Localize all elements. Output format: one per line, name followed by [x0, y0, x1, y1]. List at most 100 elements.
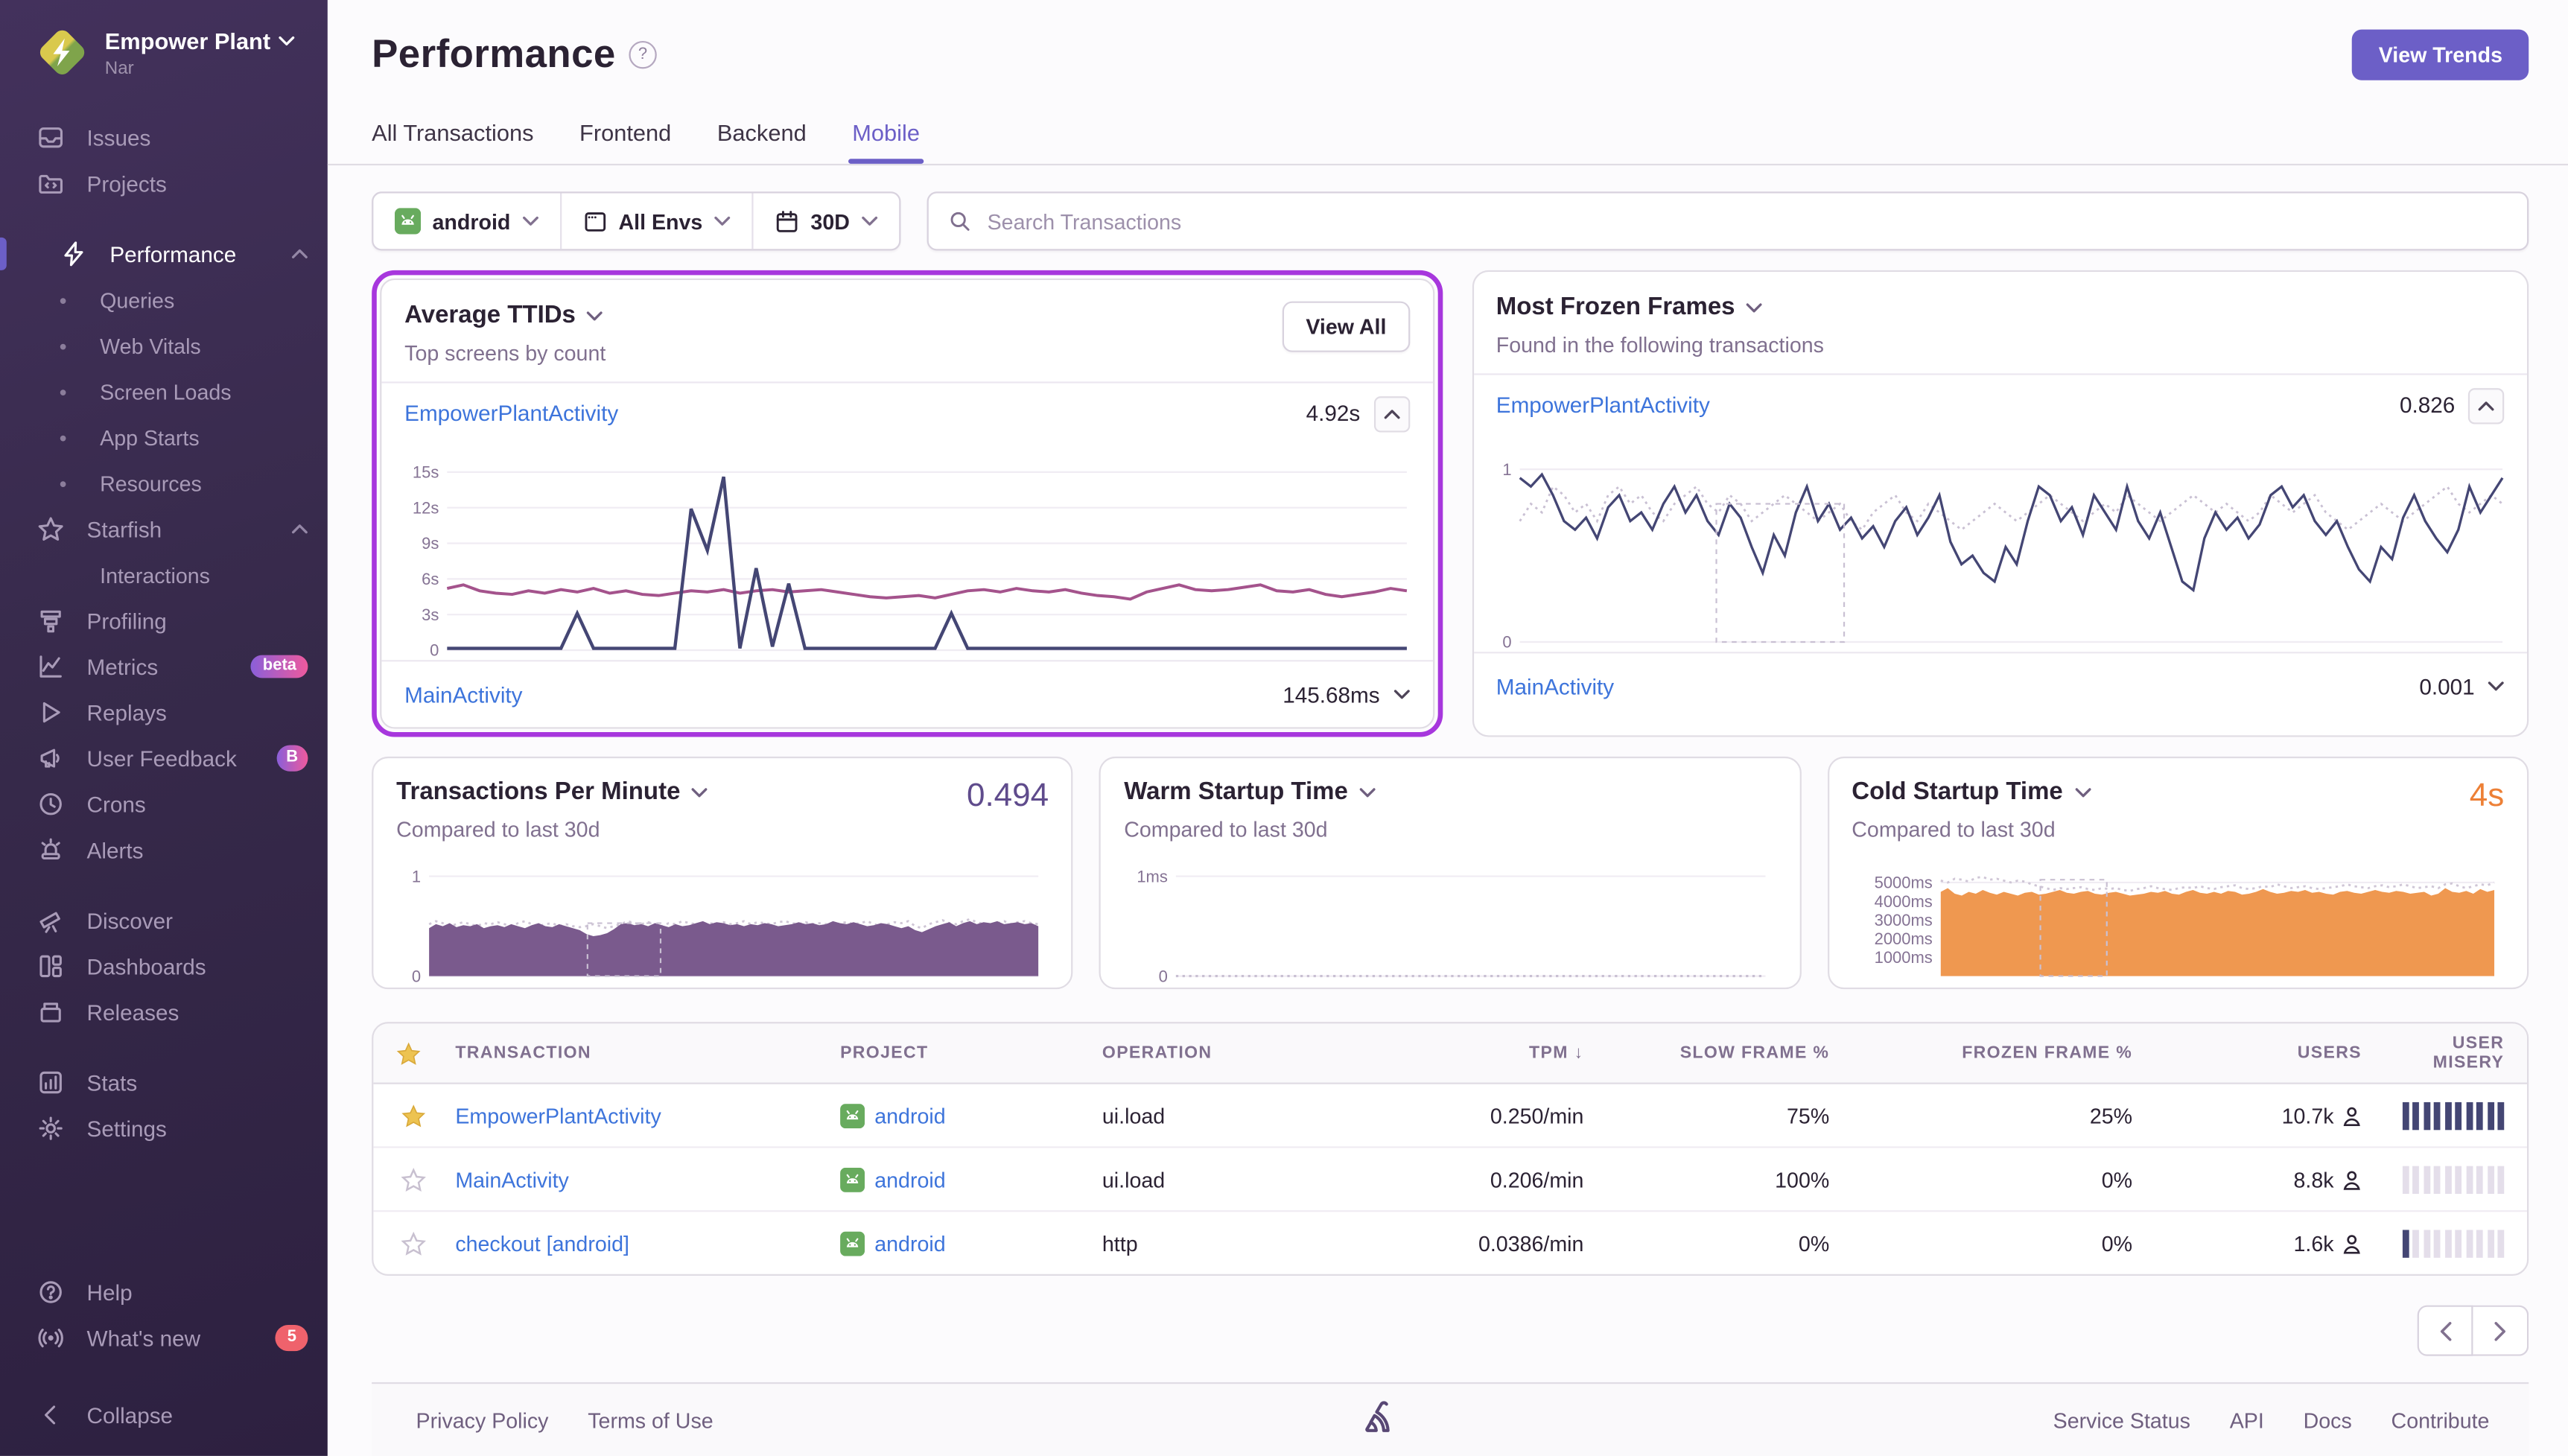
collapse-series-button[interactable] — [2468, 387, 2504, 423]
sidebar-item-resources[interactable]: • Resources — [0, 460, 328, 506]
android-project-icon — [840, 1231, 865, 1256]
col-transaction[interactable]: TRANSACTION — [442, 1043, 827, 1063]
metric-value: 0.826 — [2400, 393, 2455, 418]
transaction-link[interactable]: MainActivity — [404, 682, 522, 707]
star-outline-icon — [401, 1167, 425, 1192]
table-row: EmpowerPlantActivity android ui.load 0.2… — [373, 1084, 2527, 1147]
col-user-misery[interactable]: USER MISERY — [2375, 1034, 2528, 1073]
transaction-link[interactable]: checkout [android] — [455, 1231, 629, 1256]
sidebar-item-projects[interactable]: Projects — [0, 161, 328, 207]
cold-startup-chart[interactable]: 5000ms4000ms3000ms2000ms1000ms — [1852, 858, 2504, 982]
svg-text:0: 0 — [1159, 967, 1168, 982]
star-toggle[interactable] — [396, 1103, 429, 1128]
sidebar-item-settings[interactable]: Settings — [0, 1105, 328, 1151]
api-link[interactable]: API — [2230, 1408, 2264, 1432]
next-page-button[interactable] — [2473, 1306, 2529, 1356]
docs-link[interactable]: Docs — [2304, 1408, 2352, 1432]
page-header: Performance ? View Trends All Transactio… — [328, 0, 2568, 165]
sidebar-item-starfish[interactable]: Starfish — [0, 506, 328, 552]
tab-backend[interactable]: Backend — [717, 120, 807, 164]
transaction-link[interactable]: EmpowerPlantActivity — [404, 401, 618, 426]
service-status-link[interactable]: Service Status — [2053, 1408, 2190, 1432]
sidebar-item-help[interactable]: Help — [0, 1269, 328, 1315]
transaction-link[interactable]: MainActivity — [455, 1167, 569, 1192]
sidebar-item-discover[interactable]: Discover — [0, 897, 328, 944]
terms-of-use-link[interactable]: Terms of Use — [588, 1408, 713, 1432]
col-operation[interactable]: OPERATION — [1089, 1043, 1384, 1063]
star-toggle[interactable] — [396, 1231, 429, 1256]
col-frozen-frame[interactable]: FROZEN FRAME % — [1843, 1043, 2146, 1063]
transaction-link[interactable]: EmpowerPlantActivity — [455, 1103, 661, 1128]
privacy-policy-link[interactable]: Privacy Policy — [416, 1408, 549, 1432]
sidebar-item-app-starts[interactable]: • App Starts — [0, 414, 328, 460]
col-project[interactable]: PROJECT — [827, 1043, 1089, 1063]
contribute-link[interactable]: Contribute — [2391, 1408, 2490, 1432]
sidebar-item-metrics[interactable]: Metrics beta — [0, 643, 328, 690]
tab-mobile[interactable]: Mobile — [852, 120, 920, 164]
page-help-icon[interactable]: ? — [629, 41, 656, 69]
environment-filter[interactable]: All Envs — [559, 193, 751, 249]
expand-series-button[interactable] — [2488, 681, 2504, 691]
sidebar-item-alerts[interactable]: Alerts — [0, 827, 328, 873]
sidebar-item-web-vitals[interactable]: • Web Vitals — [0, 322, 328, 369]
project-filter[interactable]: android — [373, 193, 559, 249]
sidebar-item-interactions[interactable]: • Interactions — [0, 552, 328, 598]
star-toggle[interactable] — [396, 1167, 429, 1192]
sidebar-collapse-button[interactable]: Collapse — [0, 1387, 328, 1443]
svg-text:1ms: 1ms — [1137, 867, 1169, 886]
dashboards-icon — [36, 953, 63, 980]
most-frozen-frames-title-dropdown[interactable]: Most Frozen Frames — [1496, 293, 1824, 321]
sidebar-item-user-feedback[interactable]: User Feedback B — [0, 735, 328, 781]
panel-subtitle: Compared to last 30d — [1852, 817, 2091, 842]
android-project-icon — [395, 208, 421, 234]
svg-text:5000ms: 5000ms — [1874, 874, 1932, 892]
frozen-frame-cell: 0% — [1843, 1167, 2146, 1192]
average-ttids-chart[interactable]: 15s12s9s6s3s0 — [392, 447, 1416, 656]
average-ttids-title-dropdown[interactable]: Average TTIDs — [404, 302, 606, 329]
chevron-down-icon — [861, 216, 877, 226]
col-users[interactable]: USERS — [2146, 1043, 2375, 1063]
project-link[interactable]: android — [874, 1231, 945, 1256]
tpm-title-dropdown[interactable]: Transactions Per Minute — [396, 778, 708, 806]
tab-all-transactions[interactable]: All Transactions — [372, 120, 533, 164]
transaction-link[interactable]: MainActivity — [1496, 674, 1614, 699]
bullet-icon: • — [49, 471, 77, 495]
sidebar-item-stats[interactable]: Stats — [0, 1060, 328, 1106]
warm-startup-title-dropdown[interactable]: Warm Startup Time — [1124, 778, 1376, 806]
most-frozen-frames-panel: Most Frozen Frames Found in the followin… — [1472, 270, 2529, 737]
project-link[interactable]: android — [874, 1167, 945, 1192]
most-frozen-frames-chart[interactable]: 10 — [1483, 439, 2511, 648]
sidebar-item-queries[interactable]: • Queries — [0, 277, 328, 323]
metric-value: 0.001 — [2419, 674, 2474, 699]
view-all-button[interactable]: View All — [1283, 302, 1410, 352]
sidebar-item-dashboards[interactable]: Dashboards — [0, 944, 328, 990]
crons-icon — [36, 790, 63, 818]
sidebar-item-performance[interactable]: Performance — [0, 231, 328, 277]
transaction-link[interactable]: EmpowerPlantActivity — [1496, 393, 1710, 418]
project-link[interactable]: android — [874, 1103, 945, 1128]
col-slow-frame[interactable]: SLOW FRAME % — [1597, 1043, 1843, 1063]
tab-frontend[interactable]: Frontend — [579, 120, 671, 164]
sidebar-item-releases[interactable]: Releases — [0, 989, 328, 1035]
col-tpm[interactable]: TPM ↓ — [1384, 1043, 1597, 1063]
sidebar-item-whats-new[interactable]: What's new 5 — [0, 1315, 328, 1361]
tpm-chart[interactable]: 10 — [396, 858, 1049, 982]
sidebar-item-crons[interactable]: Crons — [0, 781, 328, 827]
org-switcher[interactable]: Empower Plant Nar — [0, 0, 328, 98]
sidebar-footer: Help What's new 5 Collapse — [0, 1269, 328, 1456]
date-range-filter[interactable]: 30D — [751, 193, 899, 249]
view-trends-button[interactable]: View Trends — [2353, 30, 2529, 80]
search-transactions-input[interactable] — [984, 207, 2507, 235]
expand-series-button[interactable] — [1393, 690, 1409, 699]
sidebar-item-issues[interactable]: Issues — [0, 115, 328, 161]
star-column-header[interactable] — [373, 1040, 442, 1065]
sidebar-item-profiling[interactable]: Profiling — [0, 598, 328, 644]
cold-startup-title-dropdown[interactable]: Cold Startup Time — [1852, 778, 2091, 806]
collapse-series-button[interactable] — [1373, 395, 1409, 431]
svg-text:1000ms: 1000ms — [1874, 948, 1932, 967]
sidebar-item-replays[interactable]: Replays — [0, 690, 328, 736]
previous-page-button[interactable] — [2418, 1306, 2473, 1356]
warm-startup-chart[interactable]: 1ms 0 — [1124, 858, 1776, 982]
sidebar-item-screen-loads[interactable]: • Screen Loads — [0, 369, 328, 415]
page-title: Performance — [372, 32, 616, 78]
